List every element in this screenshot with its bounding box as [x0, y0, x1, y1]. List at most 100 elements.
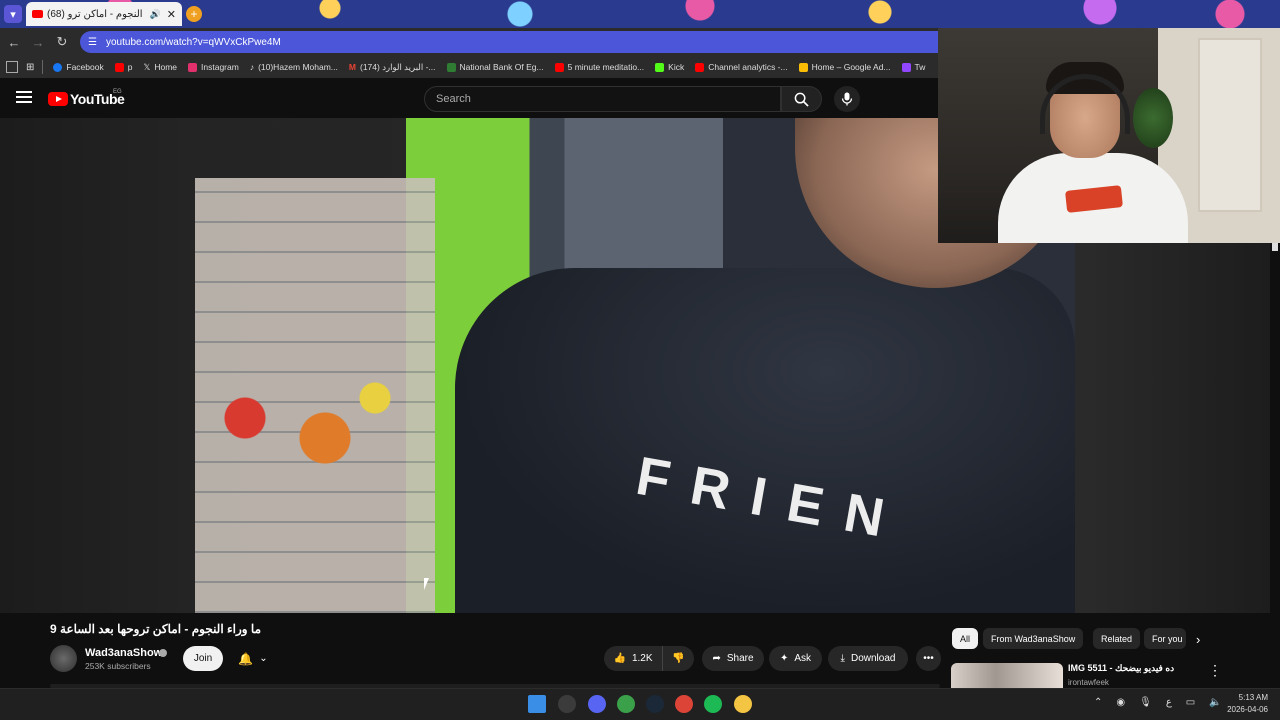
- more-actions-button[interactable]: •••: [916, 646, 941, 671]
- page-scrollbar[interactable]: [1270, 243, 1280, 688]
- speaker-icon[interactable]: 🔊: [150, 9, 161, 20]
- voice-search-button[interactable]: [834, 86, 860, 112]
- mouse-cursor-icon: [424, 578, 429, 590]
- reload-icon[interactable]: ↻: [54, 33, 70, 51]
- bookmark-label: Facebook: [66, 62, 104, 72]
- share-label: Share: [726, 653, 754, 664]
- youtube-logo-icon[interactable]: [48, 92, 68, 106]
- bookmark-label: Home: [154, 62, 178, 72]
- webcam-overlay: [938, 28, 1280, 243]
- subscriber-count: 253K subscribers: [85, 661, 151, 671]
- thumbs-up-icon: 👍: [613, 653, 626, 664]
- obs-icon[interactable]: [558, 695, 576, 713]
- chip-related[interactable]: Related: [1093, 628, 1141, 649]
- bookmark-label: (10)Hazem Moham...: [258, 62, 338, 72]
- room-door: [1198, 38, 1262, 212]
- bookmark-nbe[interactable]: National Bank Of Eg...: [446, 62, 544, 72]
- room-plant: [1133, 88, 1173, 148]
- bookmark-gmail[interactable]: M (174) البريد الوارد -...: [349, 62, 436, 73]
- recommendation-channel[interactable]: irontawfeek: [1068, 678, 1109, 687]
- tab-close-icon[interactable]: ✕: [167, 8, 176, 21]
- ask-button[interactable]: ✦ Ask: [769, 646, 822, 671]
- chip-for-you[interactable]: For you: [1144, 628, 1186, 649]
- search-input[interactable]: Search: [424, 86, 781, 112]
- download-button[interactable]: ⤓ Download: [828, 646, 908, 671]
- steam-icon[interactable]: [646, 695, 664, 713]
- bookmark-google-ads[interactable]: Home – Google Ad...: [798, 62, 891, 72]
- chevron-up-icon[interactable]: ⌃: [1094, 697, 1102, 708]
- clock-date[interactable]: 2026-04-06: [1220, 705, 1268, 714]
- bookmark-p[interactable]: p: [114, 62, 133, 72]
- like-count: 1.2K: [631, 653, 653, 664]
- chevron-down-icon: ⌄: [259, 653, 268, 664]
- bookmark-meditation[interactable]: 5 minute meditatio...: [554, 62, 645, 72]
- x-icon: 𝕏: [143, 61, 151, 72]
- chip-all[interactable]: All: [952, 628, 979, 649]
- notification-bell-button[interactable]: 🔔 ⌄: [231, 646, 275, 671]
- chip-from-channel[interactable]: From Wad3anaShow: [983, 628, 1084, 649]
- bookmark-kick[interactable]: Kick: [655, 62, 684, 72]
- apps-grid-icon[interactable]: ⊞: [26, 62, 34, 73]
- gmail-icon: M: [348, 62, 356, 72]
- scrollbar-thumb[interactable]: [1272, 243, 1278, 251]
- sidebar-toggle-icon[interactable]: [6, 61, 18, 73]
- share-arrow-icon: ➦: [712, 653, 721, 664]
- windows-start-icon[interactable]: [528, 695, 546, 713]
- hoodie: [455, 268, 1075, 613]
- forward-arrow-icon[interactable]: →: [30, 33, 46, 51]
- site-settings-icon[interactable]: ☰: [88, 37, 98, 48]
- microphone-icon: [841, 92, 853, 106]
- bookmark-label: Tw: [914, 62, 926, 72]
- url-text: youtube.com/watch?v=qWVxCkPwe4M: [106, 36, 281, 48]
- recommendation-title[interactable]: IMG 5511 - ده فيديو بيضحك: [1068, 663, 1174, 674]
- bookmark-channel-analytics[interactable]: Channel analytics -...: [695, 62, 788, 72]
- tab-list-menu-icon[interactable]: ▾: [4, 5, 22, 23]
- dislike-button[interactable]: 👎: [662, 646, 694, 671]
- bookmark-twitch[interactable]: Tw: [901, 62, 926, 72]
- search-button[interactable]: [781, 86, 822, 112]
- recommendation-thumbnail[interactable]: [951, 663, 1063, 690]
- new-tab-button[interactable]: +: [186, 6, 202, 22]
- bookmarks-bar: ⊞ Facebook p 𝕏 Home Instagram ♪ (10)Hazem …: [0, 56, 940, 78]
- bookmark-instagram[interactable]: Instagram: [188, 62, 239, 72]
- more-vertical-icon[interactable]: ⋮: [1208, 662, 1222, 679]
- bookmarks-divider: [42, 60, 44, 74]
- channel-avatar[interactable]: [50, 645, 77, 672]
- search-icon: [794, 92, 809, 107]
- discord-icon[interactable]: [588, 695, 606, 713]
- bookmark-tiktok[interactable]: ♪ (10)Hazem Moham...: [250, 62, 338, 72]
- bookmark-label: Channel analytics -...: [708, 62, 788, 72]
- bookmark-label: Kick: [668, 62, 685, 72]
- bookmark-label: p: [127, 62, 133, 72]
- share-button[interactable]: ➦ Share: [702, 646, 764, 671]
- join-button[interactable]: Join: [183, 646, 223, 671]
- channel-name[interactable]: Wad3anaShow: [85, 647, 162, 659]
- back-arrow-icon[interactable]: ←: [6, 33, 22, 51]
- chrome-icon[interactable]: [675, 695, 693, 713]
- verified-badge-icon: [159, 649, 167, 657]
- bookmark-facebook[interactable]: Facebook: [53, 62, 104, 72]
- browser-tab-active[interactable]: (68) ما وراء النجوم - اماكن ترو 🔊 ✕: [26, 2, 182, 26]
- youtube-icon: [695, 62, 705, 72]
- sparkle-icon: ✦: [779, 653, 789, 664]
- file-explorer-icon[interactable]: [734, 695, 752, 713]
- chevron-right-icon[interactable]: ›: [1196, 632, 1200, 647]
- bookmark-x-home[interactable]: 𝕏 Home: [143, 62, 177, 73]
- language-indicator[interactable]: ع: [1166, 697, 1172, 708]
- system-tray: ⌃ ◉ 🎙 ع ▭ 🔈: [1094, 697, 1222, 708]
- bookmark-label: (174) البريد الوارد -...: [360, 61, 436, 72]
- like-button[interactable]: 👍 1.2K: [604, 646, 662, 671]
- video-title: ما وراء النجوم - اماكن تروحها بعد الساعة…: [50, 622, 261, 636]
- youtube-favicon-icon: [32, 10, 43, 18]
- clock-time[interactable]: 5:13 AM: [1236, 693, 1268, 702]
- display-tray-icon[interactable]: ▭: [1186, 697, 1195, 708]
- address-bar[interactable]: ☰ youtube.com/watch?v=qWVxCkPwe4M: [80, 31, 940, 53]
- bookmark-label: 5 minute meditatio...: [567, 62, 645, 72]
- microphone-tray-icon[interactable]: 🎙: [1139, 697, 1152, 708]
- tab-title: (68) ما وراء النجوم - اماكن ترو: [47, 8, 146, 20]
- network-tray-icon[interactable]: ◉: [1116, 697, 1125, 708]
- menu-icon[interactable]: [16, 91, 32, 103]
- shelf-products: [205, 358, 405, 478]
- xbox-icon[interactable]: [617, 695, 635, 713]
- spotify-icon[interactable]: [704, 695, 722, 713]
